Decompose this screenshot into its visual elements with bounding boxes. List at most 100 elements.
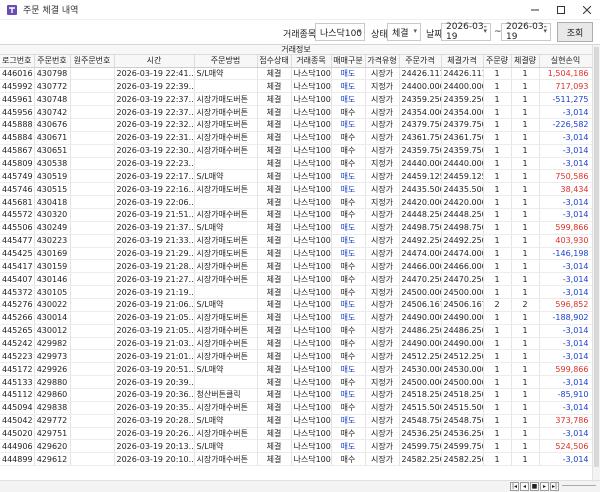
table-cell: -3,014 [539, 195, 593, 209]
table-row[interactable]: 445372 430105 2026-03-19 21:19... 체결 나스닥100 매… [0, 285, 593, 299]
table-cell: S/L매약 [194, 169, 258, 184]
table-row[interactable]: 445681 430418 2026-03-19 22:06... 체결 나스닥100 매… [0, 195, 593, 209]
table-row[interactable]: 445276 430022 2026-03-19 21:06... S/L매약 체결 나스… [0, 298, 593, 312]
table-cell: 429982 [34, 337, 71, 351]
table-cell: 24459.125 [399, 169, 442, 184]
column-header[interactable]: 주문량 [483, 55, 512, 68]
table-cell: 시장가 [365, 452, 400, 467]
table-row[interactable]: 445884 430671 2026-03-19 22:31... 시장가매수버튼 체결… [0, 131, 593, 145]
table-cell: 체결 [257, 285, 292, 299]
table-cell: 1 [511, 131, 540, 145]
table-cell: 1 [483, 452, 512, 467]
table-cell [194, 375, 258, 389]
product-select[interactable]: 나스닥100 ▾ [315, 23, 365, 41]
chevron-down-icon: ▾ [543, 27, 547, 35]
table-row[interactable]: 445266 430014 2026-03-19 21:05... 시장가매도버튼 체결… [0, 311, 593, 325]
table-cell: 1 [511, 182, 540, 197]
table-cell [70, 118, 115, 132]
table-row[interactable]: 445425 430169 2026-03-19 21:29... 시장가매도버튼 체결… [0, 247, 593, 261]
last-page-button[interactable]: ▸| [550, 482, 559, 491]
table-row[interactable]: 445477 430223 2026-03-19 21:33... 시장가매도버튼 체결… [0, 234, 593, 248]
table-row[interactable]: 445242 429982 2026-03-19 21:03... 시장가매수버튼 체결… [0, 337, 593, 351]
vertical-scrollbar[interactable] [592, 45, 600, 480]
table-cell [70, 298, 115, 312]
table-cell: 429880 [34, 375, 71, 389]
column-header[interactable]: 시간 [114, 55, 195, 68]
table-cell: 1 [483, 311, 512, 325]
table-cell: 나스닥100 [291, 131, 332, 145]
column-header[interactable]: 가격유형 [365, 55, 400, 68]
column-header[interactable]: 매매구분 [331, 55, 366, 68]
table-row[interactable]: 445992 430772 2026-03-19 22:39... 체결 나스닥100 매… [0, 79, 593, 94]
query-button[interactable]: 조회 [557, 22, 593, 42]
table-cell: 599,866 [539, 221, 593, 235]
table-row[interactable]: 445094 429838 2026-03-19 20:35... 시장가매수버튼 체결… [0, 401, 593, 415]
status-select[interactable]: 체결 ▾ [387, 23, 421, 41]
table-cell: 2026-03-19 21:19... [114, 285, 195, 299]
column-header[interactable]: 거래종목 [291, 55, 332, 68]
column-header[interactable]: 원주문번호 [70, 55, 115, 68]
table-row[interactable]: 445809 430538 2026-03-19 22:23... 체결 나스닥100 매… [0, 157, 593, 171]
date-from-picker[interactable]: 2026-03-19 ▾ [441, 22, 491, 42]
table-cell: -3,014 [539, 208, 593, 222]
table-row[interactable]: 445112 429860 2026-03-19 20:36... 청산버튼클릭 체결 나… [0, 388, 593, 402]
prev-page-button[interactable]: ◂ [520, 482, 529, 491]
table-cell: 430105 [34, 285, 71, 299]
table-row[interactable]: 445506 430249 2026-03-19 21:37... S/L매약 체결 나스… [0, 221, 593, 235]
table-row[interactable]: 445749 430519 2026-03-19 22:17... S/L매약 체결 나스… [0, 169, 593, 184]
table-row[interactable]: 445223 429973 2026-03-19 21:01... 시장가매수버튼 체결… [0, 349, 593, 364]
table-cell: 시장가매수버튼 [194, 208, 258, 222]
table-cell: 체결 [257, 67, 292, 81]
table-row[interactable]: 445265 430012 2026-03-19 21:05... 시장가매수버튼 체결… [0, 324, 593, 338]
table-cell: 시장가매도버튼 [194, 234, 258, 248]
column-header[interactable]: 로그번호 [0, 55, 35, 68]
stop-button[interactable]: ■ [530, 482, 539, 491]
table-row[interactable]: 445042 429772 2026-03-19 20:28... S/L매약 체결 나스… [0, 414, 593, 428]
table-row[interactable]: 444899 429612 2026-03-19 20:10... 시장가매수버튼 체결… [0, 452, 593, 467]
column-header[interactable]: 주문방법 [194, 55, 258, 68]
first-page-button[interactable]: |◂ [510, 482, 519, 491]
table-row[interactable]: 445133 429880 2026-03-19 20:39... 체결 나스닥100 매… [0, 375, 593, 389]
table-cell: 24459.125 [441, 169, 484, 184]
table-cell: S/L매약 [194, 414, 258, 428]
table-row[interactable]: 445417 430159 2026-03-19 21:28... 시장가매수버튼 체결… [0, 259, 593, 274]
column-header[interactable]: 접수상태 [257, 55, 292, 68]
table-cell: 체결 [257, 439, 292, 454]
column-header[interactable]: 체결량 [511, 55, 540, 68]
table-row[interactable]: 445746 430515 2026-03-19 22:16... 시장가매도버튼 체결… [0, 182, 593, 197]
table-cell: 나스닥100 [291, 169, 332, 184]
table-row[interactable]: 445961 430748 2026-03-19 22:37... 시장가매도버튼 체결… [0, 92, 593, 107]
column-header[interactable]: 체결가격 [441, 55, 484, 68]
date-to-picker[interactable]: 2026-03-19 ▾ [501, 22, 551, 42]
table-row[interactable]: 444906 429620 2026-03-19 20:13... S/L매약 체결 나스… [0, 439, 593, 454]
table-row[interactable]: 445172 429926 2026-03-19 20:51... S/L매약 체결 나스… [0, 362, 593, 377]
scrollbar-thumb[interactable] [594, 47, 599, 467]
column-header[interactable]: 주문가격 [399, 55, 442, 68]
minimize-button[interactable] [522, 0, 548, 20]
table-cell: 24361.750 [399, 131, 442, 145]
page-slider[interactable] [562, 485, 596, 492]
table-row[interactable]: 445572 430320 2026-03-19 21:51... 시장가매수버튼 체결… [0, 208, 593, 222]
table-cell: -226,582 [539, 118, 593, 132]
table-cell: 430320 [34, 208, 71, 222]
next-page-icon: ▸ [542, 483, 546, 490]
table-row[interactable]: 445888 430676 2026-03-19 22:32... 시장가매도버튼 체결… [0, 118, 593, 132]
next-page-button[interactable]: ▸ [540, 482, 549, 491]
table-row[interactable]: 445867 430651 2026-03-19 22:30... 시장가매수버튼 체결… [0, 144, 593, 158]
table-cell: 430748 [34, 92, 71, 107]
table-cell: 430418 [34, 195, 71, 209]
table-row[interactable]: 445407 430146 2026-03-19 21:27... 시장가매수버튼 체결… [0, 272, 593, 287]
table-cell [70, 105, 115, 119]
column-header[interactable]: 주문번호 [34, 55, 71, 68]
table-cell: 시장가매수버튼 [194, 452, 258, 467]
table-cell: 1 [511, 375, 540, 389]
table-cell: 시장가매수버튼 [194, 349, 258, 364]
maximize-button[interactable] [548, 0, 574, 20]
table-cell: 430249 [34, 221, 71, 235]
close-button[interactable] [574, 0, 600, 20]
table-row[interactable]: 445020 429751 2026-03-19 20:26... 시장가매수버튼 체결… [0, 427, 593, 441]
table-row[interactable]: 445956 430742 2026-03-19 22:37... 시장가매수버튼 체결… [0, 105, 593, 119]
table-row[interactable]: 446016 430798 2026-03-19 22:41... S/L매약 체결 나스… [0, 67, 593, 81]
column-header[interactable]: 실현손익 [539, 55, 593, 68]
table-cell: 24530.000 [399, 362, 442, 377]
